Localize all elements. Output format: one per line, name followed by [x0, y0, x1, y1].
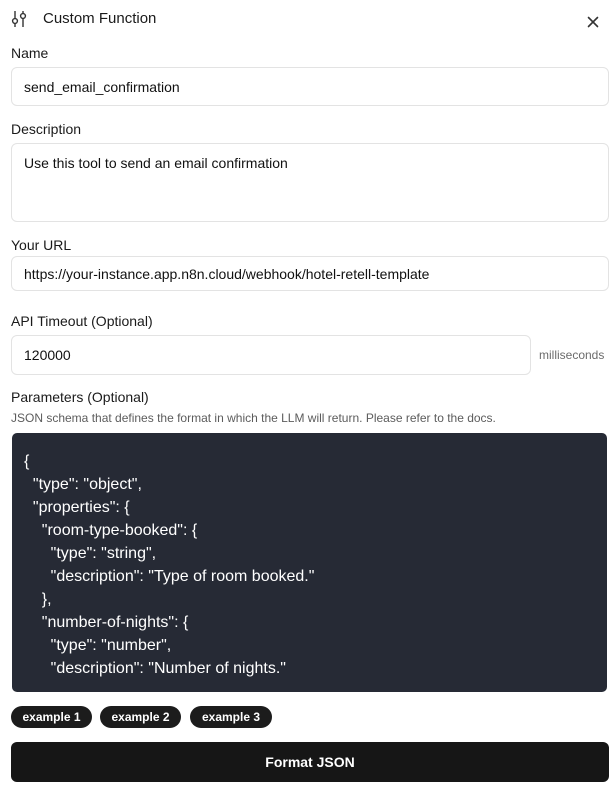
json-schema-editor[interactable]: { "type": "object", "properties": { "roo…: [12, 433, 607, 692]
function-sliders-icon: [11, 11, 27, 27]
dialog-title: Custom Function: [43, 10, 157, 27]
timeout-unit-label: milliseconds: [539, 348, 605, 362]
description-textarea-value: Use this tool to send an email confirmat…: [24, 155, 288, 171]
example-1-button[interactable]: example 1: [11, 706, 92, 728]
code-line: "properties": {: [24, 499, 130, 516]
timeout-input-value: 120000: [24, 347, 71, 363]
code-line: "description": "Number of nights.": [24, 660, 286, 677]
url-input-value: https://your-instance.app.n8n.cloud/webh…: [24, 265, 430, 282]
code-line: "number-of-nights": {: [24, 614, 189, 631]
code-line: "type": "string",: [24, 545, 157, 562]
code-line: },: [24, 591, 52, 608]
format-json-button[interactable]: Format JSON: [11, 742, 609, 782]
description-textarea[interactable]: Use this tool to send an email confirmat…: [11, 143, 609, 222]
code-line: "description": "Type of room booked.": [24, 568, 315, 585]
url-input[interactable]: https://your-instance.app.n8n.cloud/webh…: [11, 256, 609, 291]
code-line: "room-type-booked": {: [24, 522, 198, 539]
example-3-button[interactable]: example 3: [190, 706, 272, 728]
timeout-label: API Timeout (Optional): [11, 313, 153, 329]
code-line: "type": "object",: [24, 476, 142, 493]
name-label: Name: [11, 45, 49, 61]
name-input[interactable]: send_email_confirmation: [11, 67, 609, 106]
parameters-label: Parameters (Optional): [11, 389, 149, 405]
parameters-hint: JSON schema that defines the format in w…: [11, 411, 496, 425]
close-icon[interactable]: [585, 14, 601, 30]
example-2-button[interactable]: example 2: [100, 706, 181, 728]
code-line: {: [24, 453, 30, 470]
timeout-input[interactable]: 120000: [11, 335, 531, 375]
name-input-value: send_email_confirmation: [24, 78, 180, 95]
dialog-header: Custom Function: [11, 9, 605, 31]
description-label: Description: [11, 121, 82, 137]
code-line: "type": "number",: [24, 637, 172, 654]
url-label: Your URL: [11, 237, 72, 253]
